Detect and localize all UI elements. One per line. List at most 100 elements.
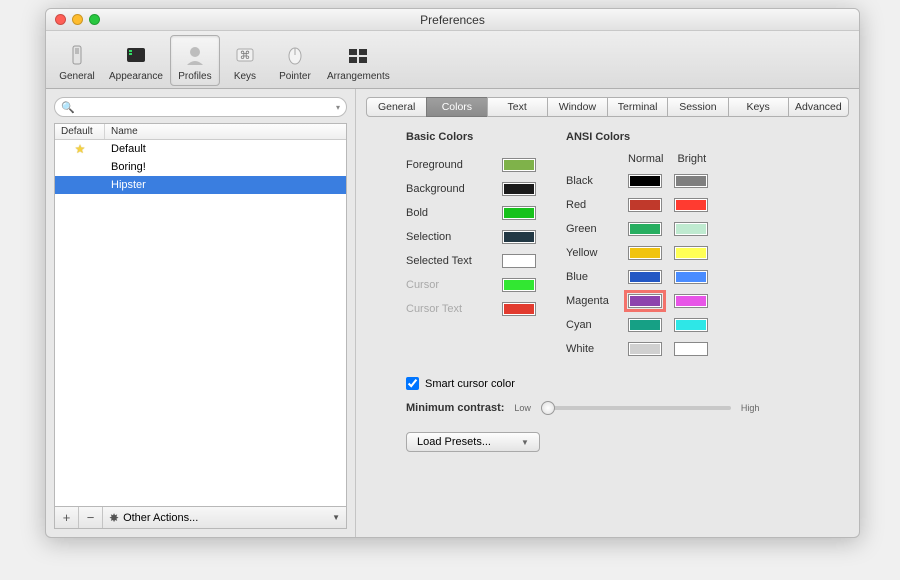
toolbar-keys[interactable]: ⌘ Keys <box>220 35 270 86</box>
ansi-normal-well[interactable] <box>628 198 662 212</box>
tab-general[interactable]: General <box>366 97 427 117</box>
ansi-bright-well[interactable] <box>674 246 708 260</box>
toolbar-appearance[interactable]: Appearance <box>102 35 170 86</box>
ansi-label: Magenta <box>566 295 620 307</box>
ansi-colors-heading: ANSI Colors <box>566 131 708 143</box>
load-presets-button[interactable]: Load Presets... ▼ <box>406 432 540 452</box>
ansi-label: Red <box>566 199 620 211</box>
ansi-normal-well[interactable] <box>628 318 662 332</box>
star-icon: ★ <box>75 142 86 156</box>
color-well[interactable] <box>502 158 536 172</box>
tab-advanced[interactable]: Advanced <box>788 97 849 117</box>
sidebar: 🔍 ▾ Default Name ★DefaultBoring!Hipster … <box>46 89 356 537</box>
zoom-icon[interactable] <box>89 14 100 25</box>
toolbar-general[interactable]: General <box>52 35 102 86</box>
toolbar-profiles[interactable]: Profiles <box>170 35 220 86</box>
chevron-down-icon: ▼ <box>332 513 340 522</box>
color-well[interactable] <box>502 182 536 196</box>
color-label: Cursor <box>406 279 492 291</box>
table-row[interactable]: Hipster <box>55 176 346 194</box>
ansi-colors-section: ANSI Colors Normal Bright Black Red Green Y… <box>566 131 708 361</box>
ansi-head-bright: Bright <box>677 153 706 165</box>
color-label: Cursor Text <box>406 303 492 315</box>
color-well[interactable] <box>502 302 536 316</box>
ansi-bright-well[interactable] <box>674 174 708 188</box>
ansi-label: Black <box>566 175 620 187</box>
basic-colors-heading: Basic Colors <box>406 131 536 143</box>
ansi-bright-well[interactable] <box>674 318 708 332</box>
profiles-icon <box>181 41 209 69</box>
ansi-bright-well[interactable] <box>674 198 708 212</box>
color-well[interactable] <box>502 206 536 220</box>
close-icon[interactable] <box>55 14 66 25</box>
titlebar[interactable]: Preferences <box>46 9 859 31</box>
minimize-icon[interactable] <box>72 14 83 25</box>
arrangements-icon <box>344 41 372 69</box>
ansi-bright-well[interactable] <box>674 342 708 356</box>
window-title: Preferences <box>46 13 859 27</box>
color-label: Background <box>406 183 492 195</box>
name-cell: Boring! <box>105 161 346 173</box>
ansi-bright-well[interactable] <box>674 294 708 308</box>
search-field[interactable] <box>78 99 333 115</box>
profile-tabs: GeneralColorsTextWindowTerminalSessionKe… <box>366 97 849 117</box>
profile-actions-bar: + − ✸ Other Actions... ▼ <box>54 507 347 529</box>
detail-panel: GeneralColorsTextWindowTerminalSessionKe… <box>356 89 859 537</box>
tab-text[interactable]: Text <box>487 97 548 117</box>
column-default[interactable]: Default <box>55 124 105 139</box>
color-label: Bold <box>406 207 492 219</box>
search-icon: 🔍 <box>61 101 75 114</box>
table-row[interactable]: ★ Default <box>55 140 346 158</box>
tab-session[interactable]: Session <box>667 97 728 117</box>
tab-colors[interactable]: Colors <box>426 97 487 117</box>
other-actions-dropdown[interactable]: ✸ Other Actions... ▼ <box>103 507 346 528</box>
ansi-label: White <box>566 343 620 355</box>
color-well[interactable] <box>502 278 536 292</box>
ansi-normal-well[interactable] <box>628 246 662 260</box>
table-row[interactable]: Boring! <box>55 158 346 176</box>
smart-cursor-checkbox[interactable]: Smart cursor color <box>406 377 809 390</box>
contrast-slider[interactable] <box>541 406 731 410</box>
ansi-head-normal: Normal <box>628 153 663 165</box>
gear-icon: ✸ <box>109 511 119 525</box>
ansi-normal-well[interactable] <box>628 294 662 308</box>
ansi-normal-well[interactable] <box>628 174 662 188</box>
default-cell: ★ <box>55 142 105 156</box>
add-profile-button[interactable]: + <box>55 507 79 528</box>
ansi-label: Yellow <box>566 247 620 259</box>
traffic-lights <box>55 14 100 25</box>
color-well[interactable] <box>502 230 536 244</box>
preferences-window: Preferences General Appearance Profiles … <box>45 8 860 538</box>
ansi-label: Green <box>566 223 620 235</box>
toolbar-arrangements[interactable]: Arrangements <box>320 35 397 86</box>
color-label: Foreground <box>406 159 492 171</box>
ansi-bright-well[interactable] <box>674 270 708 284</box>
svg-text:⌘: ⌘ <box>239 50 250 62</box>
profile-table: Default Name ★ Default Boring! Hipster <box>54 123 347 507</box>
general-icon <box>63 41 91 69</box>
tab-terminal[interactable]: Terminal <box>607 97 668 117</box>
tab-window[interactable]: Window <box>547 97 608 117</box>
remove-profile-button[interactable]: − <box>79 507 103 528</box>
color-well[interactable] <box>502 254 536 268</box>
appearance-icon <box>122 41 150 69</box>
chevron-down-icon: ▼ <box>521 438 529 447</box>
ansi-normal-well[interactable] <box>628 270 662 284</box>
chevron-down-icon[interactable]: ▾ <box>336 103 340 112</box>
ansi-label: Blue <box>566 271 620 283</box>
color-label: Selected Text <box>406 255 492 267</box>
name-cell: Default <box>105 143 346 155</box>
tab-keys[interactable]: Keys <box>728 97 789 117</box>
color-label: Selection <box>406 231 492 243</box>
column-name[interactable]: Name <box>105 124 346 139</box>
pointer-icon <box>281 41 309 69</box>
ansi-normal-well[interactable] <box>628 222 662 236</box>
minimum-contrast-slider: Minimum contrast: Low High <box>406 402 809 414</box>
name-cell: Hipster <box>105 179 346 191</box>
toolbar: General Appearance Profiles ⌘ Keys Point… <box>46 31 859 89</box>
keys-icon: ⌘ <box>231 41 259 69</box>
ansi-normal-well[interactable] <box>628 342 662 356</box>
search-input[interactable]: 🔍 ▾ <box>54 97 347 117</box>
ansi-bright-well[interactable] <box>674 222 708 236</box>
toolbar-pointer[interactable]: Pointer <box>270 35 320 86</box>
